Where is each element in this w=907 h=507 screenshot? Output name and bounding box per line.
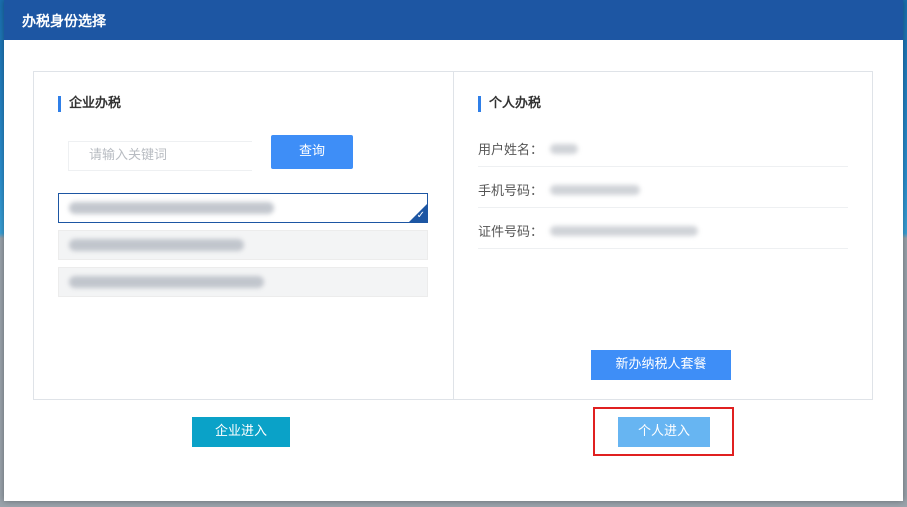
- personal-panel-heading: 个人办税: [478, 96, 541, 112]
- highlight-annotation-box: [593, 407, 734, 456]
- identity-select-dialog: 办税身份选择 企业办税 查询 ✓ 个人办税 用户姓名： 手机号码： 证件号码：: [4, 0, 903, 501]
- dialog-title-bar: 办税身份选择: [4, 0, 903, 40]
- phone-number-value-redacted: [550, 185, 640, 195]
- checkmark-icon: ✓: [416, 210, 425, 221]
- dialog-title: 办税身份选择: [22, 14, 106, 30]
- company-name-redacted: [69, 239, 244, 251]
- new-taxpayer-package-button[interactable]: 新办纳税人套餐: [591, 350, 731, 380]
- id-number-value-redacted: [550, 226, 698, 236]
- user-name-label: 用户姓名：: [478, 143, 544, 158]
- user-name-row: 用户姓名：: [478, 127, 848, 167]
- phone-number-label: 手机号码：: [478, 184, 544, 199]
- phone-number-row: 手机号码：: [478, 168, 848, 208]
- enterprise-panel: 企业办税 查询 ✓: [33, 71, 454, 400]
- search-button[interactable]: 查询: [271, 135, 353, 169]
- id-number-row: 证件号码：: [478, 209, 848, 249]
- enterprise-panel-heading: 企业办税: [58, 96, 121, 112]
- company-name-redacted: [69, 276, 264, 288]
- user-name-value-redacted: [550, 144, 578, 154]
- enterprise-enter-button[interactable]: 企业进入: [192, 417, 290, 447]
- personal-panel: 个人办税 用户姓名： 手机号码： 证件号码： 新办纳税人套餐: [453, 71, 873, 400]
- id-number-label: 证件号码：: [478, 225, 544, 240]
- company-list-item[interactable]: ✓: [58, 193, 428, 223]
- company-list-item[interactable]: [58, 267, 428, 297]
- company-list-item[interactable]: [58, 230, 428, 260]
- company-name-redacted: [69, 202, 274, 214]
- keyword-search-input[interactable]: [68, 141, 252, 171]
